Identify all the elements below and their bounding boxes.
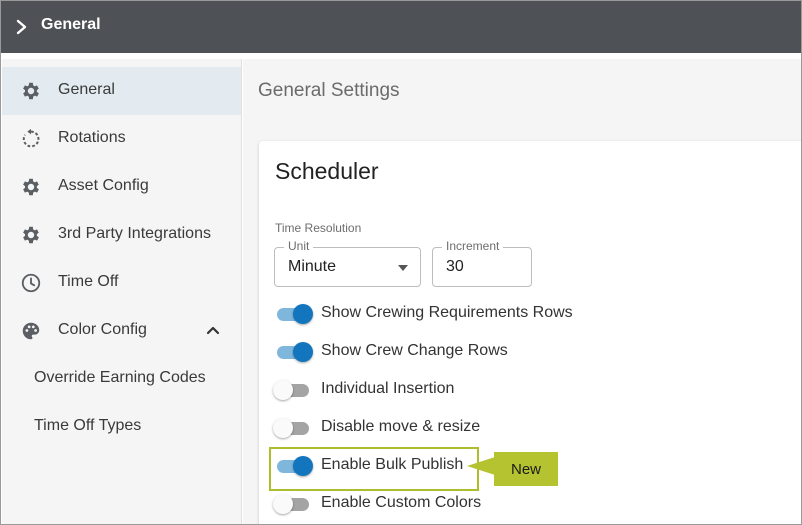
toggle-row-custom-colors[interactable]: Enable Custom Colors	[271, 489, 691, 519]
gear-icon	[23, 178, 39, 196]
app-window: General General Rotations Asset Config 3…	[0, 0, 802, 525]
top-bar: General	[1, 1, 801, 53]
toggle-switch[interactable]	[273, 380, 311, 400]
toggle-row-individual-insertion[interactable]: Individual Insertion	[271, 375, 691, 405]
sidebar: General Rotations Asset Config 3rd Party…	[2, 59, 242, 524]
toggle-switch[interactable]	[275, 342, 313, 362]
new-callout-label: New	[510, 460, 541, 478]
toggle-label: Individual Insertion	[321, 380, 455, 397]
sidebar-item-time-off[interactable]: Time Off	[2, 259, 241, 307]
increment-input[interactable]: Increment 30	[432, 239, 532, 287]
increment-value: 30	[446, 258, 464, 275]
unit-select[interactable]: Unit Minute	[274, 239, 421, 287]
sidebar-item-label: Time Off	[58, 273, 119, 290]
sidebar-item-time-off-types[interactable]: Time Off Types	[2, 403, 241, 451]
toggle-label: Show Crew Change Rows	[321, 342, 508, 359]
sidebar-item-rotations[interactable]: Rotations	[2, 115, 241, 163]
clock-icon	[21, 273, 41, 293]
toggle-switch[interactable]	[273, 418, 311, 438]
sidebar-item-label: 3rd Party Integrations	[58, 225, 211, 242]
unit-value: Minute	[288, 258, 337, 275]
toggle-row-crewing-requirements[interactable]: Show Crewing Requirements Rows	[271, 299, 691, 329]
chevron-up-icon[interactable]	[206, 324, 220, 336]
main-header: General Settings	[243, 59, 801, 121]
gear-icon	[23, 82, 39, 100]
toggle-label: Show Crewing Requirements Rows	[321, 304, 573, 321]
callout-pointer	[467, 457, 495, 475]
toggle-row-crew-change[interactable]: Show Crew Change Rows	[271, 337, 691, 367]
page-header-title: General	[41, 16, 101, 33]
toggle-row-disable-move-resize[interactable]: Disable move & resize	[271, 413, 691, 443]
sidebar-item-override-earning-codes[interactable]: Override Earning Codes	[2, 355, 241, 403]
page-title: General Settings	[258, 80, 400, 101]
sidebar-item-label: Override Earning Codes	[34, 369, 206, 386]
unit-legend: Unit	[284, 239, 314, 253]
palette-icon	[22, 322, 40, 340]
toggle-switch[interactable]	[275, 304, 313, 324]
caret-down-icon	[398, 265, 408, 271]
gear-icon	[23, 226, 39, 244]
sidebar-item-general[interactable]: General	[2, 67, 241, 115]
sidebar-item-label: Asset Config	[58, 177, 149, 194]
sidebar-item-3rd-party-integrations[interactable]: 3rd Party Integrations	[2, 211, 241, 259]
sidebar-item-label: General	[58, 81, 115, 98]
sidebar-item-label: Time Off Types	[34, 417, 142, 434]
rotate-icon	[22, 128, 40, 148]
card-title: Scheduler	[275, 158, 379, 184]
increment-legend: Increment	[442, 239, 504, 253]
chevron-right-icon[interactable]	[15, 18, 29, 36]
time-resolution-label: Time Resolution	[275, 221, 362, 235]
sidebar-item-asset-config[interactable]: Asset Config	[2, 163, 241, 211]
new-callout-badge: New	[494, 452, 558, 486]
toggle-switch[interactable]	[273, 494, 311, 514]
highlight-box	[269, 447, 479, 491]
toggle-label: Enable Custom Colors	[321, 494, 482, 511]
sidebar-item-label: Color Config	[58, 321, 147, 338]
toggle-label: Disable move & resize	[321, 418, 481, 435]
sidebar-item-color-config[interactable]: Color Config	[2, 307, 241, 355]
sidebar-item-label: Rotations	[58, 129, 126, 146]
